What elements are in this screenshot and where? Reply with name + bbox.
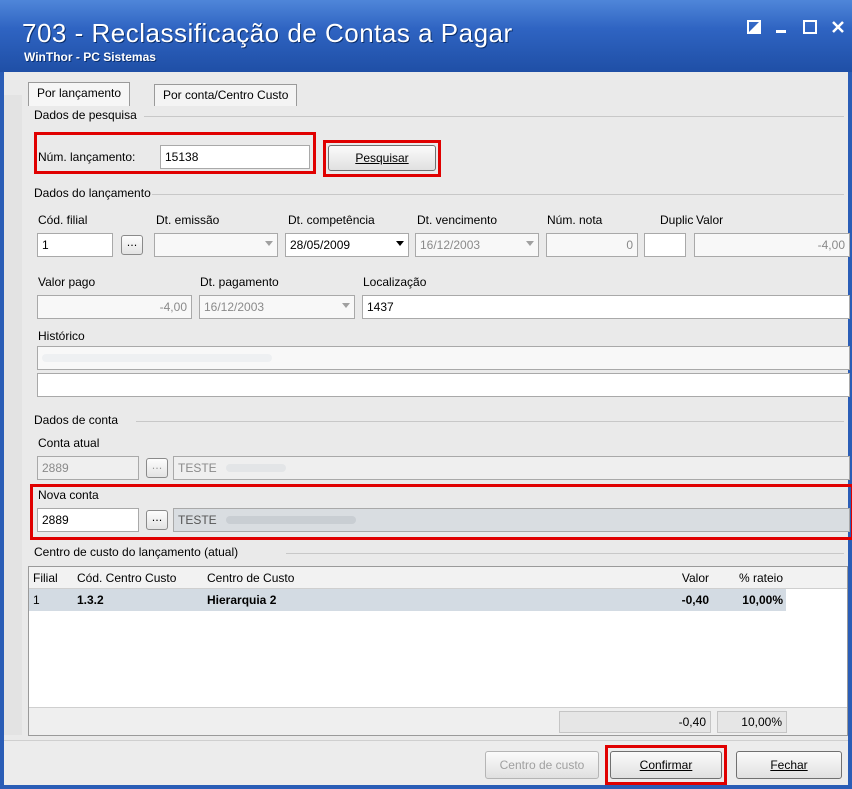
localizacao-input[interactable]: 1437 bbox=[362, 295, 850, 319]
dt-competencia-value: 28/05/2009 bbox=[290, 238, 351, 252]
redacted-text bbox=[42, 354, 272, 362]
title-bar[interactable]: 703 - Reclassificação de Contas a Pagar … bbox=[0, 0, 852, 72]
row-filial: 1 bbox=[33, 593, 40, 607]
centro-custo-button-label: Centro de custo bbox=[499, 758, 585, 772]
valor-label: Valor bbox=[696, 213, 724, 227]
dt-pagamento-label: Dt. pagamento bbox=[200, 275, 279, 289]
dt-competencia-label: Dt. competência bbox=[288, 213, 375, 227]
window-title: 703 - Reclassificação de Contas a Pagar bbox=[22, 18, 513, 48]
window-subtitle: WinThor - PC Sistemas bbox=[24, 50, 156, 64]
historico-input-1[interactable] bbox=[37, 346, 850, 370]
conta-atual-label: Conta atual bbox=[38, 436, 100, 450]
close-icon[interactable] bbox=[830, 20, 846, 38]
highlight-num-lancamento bbox=[34, 132, 316, 174]
row-rateio: 10,00% bbox=[742, 593, 783, 607]
conta-atual-code-input[interactable]: 2889 bbox=[37, 456, 139, 480]
grid-header: Filial Cód. Centro Custo Centro de Custo… bbox=[29, 567, 847, 589]
redacted-text bbox=[226, 464, 287, 472]
col-rateio[interactable]: % rateio bbox=[719, 571, 783, 585]
dt-vencimento-label: Dt. vencimento bbox=[417, 213, 498, 227]
restore-icon[interactable] bbox=[746, 20, 762, 38]
total-valor: -0,40 bbox=[678, 715, 706, 729]
dt-competencia-select[interactable]: 28/05/2009 bbox=[285, 233, 409, 257]
centro-custo-button[interactable]: Centro de custo bbox=[485, 751, 599, 779]
table-row[interactable]: 1 1.3.2 Hierarquia 2 -0,40 10,00% bbox=[29, 589, 786, 611]
section-divider bbox=[152, 194, 844, 195]
dt-emissao-label: Dt. emissão bbox=[156, 213, 220, 227]
col-valor[interactable]: Valor bbox=[609, 571, 709, 585]
chevron-down-icon bbox=[342, 303, 350, 308]
cod-filial-label: Cód. filial bbox=[38, 213, 88, 227]
section-dados-pesquisa: Dados de pesquisa bbox=[34, 108, 137, 122]
section-dados-conta: Dados de conta bbox=[34, 413, 119, 427]
tab-por-conta-centro-custo[interactable]: Por conta/Centro Custo bbox=[154, 84, 298, 106]
section-divider bbox=[144, 116, 844, 117]
historico-input-2[interactable] bbox=[37, 373, 850, 397]
row-valor: -0,40 bbox=[681, 593, 709, 607]
conta-atual-lookup-button[interactable]: ... bbox=[146, 458, 168, 478]
highlight-confirmar bbox=[605, 745, 727, 785]
col-filial[interactable]: Filial bbox=[33, 571, 58, 585]
total-rateio: 10,00% bbox=[741, 715, 782, 729]
dt-pagamento-select[interactable]: 16/12/2003 bbox=[199, 295, 355, 319]
centro-custo-grid[interactable]: Filial Cód. Centro Custo Centro de Custo… bbox=[28, 566, 848, 736]
chevron-down-icon bbox=[265, 241, 273, 246]
cod-filial-input[interactable]: 1 bbox=[37, 233, 113, 257]
valor-pago-input[interactable]: -4,00 bbox=[37, 295, 192, 319]
num-nota-input[interactable]: 0 bbox=[546, 233, 638, 257]
dt-emissao-select[interactable] bbox=[154, 233, 278, 257]
section-centro-custo: Centro de custo do lançamento (atual) bbox=[34, 545, 239, 559]
conta-atual-name: TESTE bbox=[178, 461, 217, 475]
fechar-button[interactable]: Fechar bbox=[736, 751, 842, 779]
minimize-icon[interactable] bbox=[774, 20, 790, 38]
dt-vencimento-value: 16/12/2003 bbox=[420, 238, 481, 252]
total-rateio-box: 10,00% bbox=[717, 711, 787, 733]
highlight-nova-conta bbox=[30, 484, 852, 540]
duplic-input[interactable] bbox=[644, 233, 686, 257]
window-controls bbox=[746, 20, 846, 38]
conta-atual-name-input[interactable]: TESTE bbox=[173, 456, 850, 480]
highlight-pesquisar bbox=[323, 140, 441, 177]
localizacao-label: Localização bbox=[363, 275, 427, 289]
col-cod-centro-custo[interactable]: Cód. Centro Custo bbox=[77, 571, 176, 585]
num-nota-label: Núm. nota bbox=[547, 213, 603, 227]
row-cod: 1.3.2 bbox=[77, 593, 104, 607]
tab-por-lancamento[interactable]: Por lançamento bbox=[28, 82, 131, 106]
left-gutter bbox=[4, 95, 22, 735]
app-window: 703 - Reclassificação de Contas a Pagar … bbox=[0, 0, 852, 789]
row-centro: Hierarquia 2 bbox=[207, 593, 277, 607]
dt-vencimento-select[interactable]: 16/12/2003 bbox=[415, 233, 539, 257]
section-dados-lancamento: Dados do lançamento bbox=[34, 186, 151, 200]
filial-lookup-button[interactable]: ... bbox=[121, 235, 143, 255]
section-divider bbox=[136, 421, 844, 422]
duplic-label: Duplic bbox=[660, 213, 694, 227]
fechar-button-label: Fechar bbox=[770, 758, 808, 772]
total-valor-box: -0,40 bbox=[559, 711, 711, 733]
chevron-down-icon bbox=[396, 241, 404, 246]
valor-input[interactable]: -4,00 bbox=[694, 233, 850, 257]
section-divider bbox=[286, 553, 844, 554]
chevron-down-icon bbox=[526, 241, 534, 246]
col-centro-custo[interactable]: Centro de Custo bbox=[207, 571, 294, 585]
grid-footer: -0,40 10,00% bbox=[29, 707, 847, 735]
maximize-icon[interactable] bbox=[802, 20, 818, 38]
valor-pago-label: Valor pago bbox=[38, 275, 96, 289]
dt-pagamento-value: 16/12/2003 bbox=[204, 300, 265, 314]
historico-label: Histórico bbox=[38, 329, 85, 343]
